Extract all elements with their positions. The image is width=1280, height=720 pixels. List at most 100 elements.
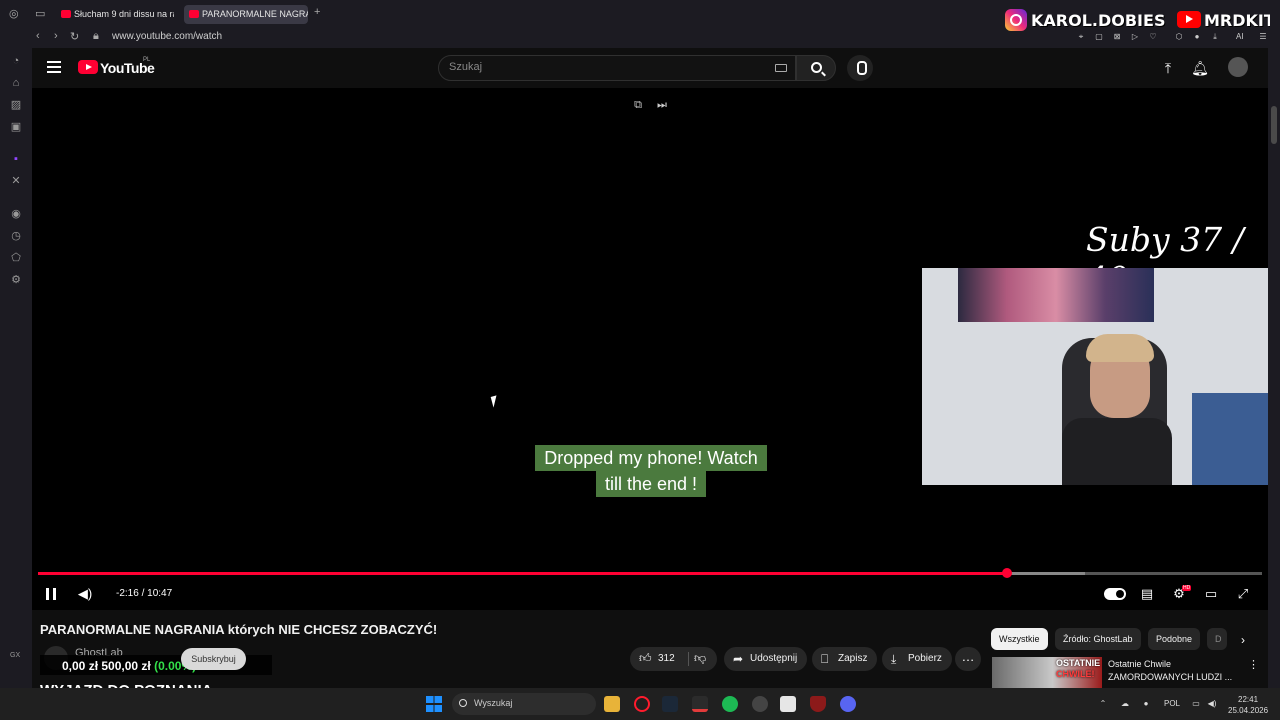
next-video-icon[interactable]: ⏭︎ <box>655 98 669 112</box>
share-button[interactable]: ➦ Udostępnij <box>724 647 808 671</box>
gamepad-icon[interactable]: ▨ <box>9 98 23 112</box>
save-button[interactable]: ⎕ Zapisz <box>812 647 878 671</box>
recommendation-menu-icon[interactable]: ⋮ <box>1248 658 1259 671</box>
scrollbar-track[interactable] <box>1268 48 1280 688</box>
extensions-icon[interactable]: ⬡ <box>1174 32 1184 42</box>
notepad-icon[interactable] <box>780 696 796 712</box>
video-player[interactable]: ⧉ ⏭︎ Dropped my phone! Watch till the en… <box>32 88 1268 610</box>
settings-icon[interactable]: ⚙ <box>9 273 23 287</box>
region-code: PL <box>143 57 151 63</box>
reload-icon[interactable]: ↻ <box>70 30 79 43</box>
browser-tab-2[interactable]: PARANORMALNE NAGRANIA <box>184 5 308 24</box>
chevron-right-icon[interactable]: › <box>1236 633 1250 647</box>
volume-icon[interactable]: ◀) <box>1207 699 1217 709</box>
user-avatar[interactable] <box>1228 57 1248 77</box>
browser-tab-1[interactable]: Słucham 9 dni dissu na raka <box>56 5 174 24</box>
search-input[interactable] <box>449 61 749 73</box>
download-button[interactable]: ⤓ Pobierz <box>882 647 952 671</box>
subscribe-button[interactable]: Subskrybuj <box>181 648 246 670</box>
youtube-logo-icon <box>1177 11 1201 28</box>
pin-icon[interactable]: ⌖ <box>1076 32 1086 42</box>
x-twitter-icon[interactable]: ✕ <box>9 174 23 188</box>
capcut-icon[interactable] <box>692 696 708 712</box>
download-icon[interactable]: ⤓ <box>1210 32 1220 42</box>
chip-more[interactable]: D <box>1207 628 1227 650</box>
history-icon[interactable]: ◔ <box>9 54 23 68</box>
twitch-icon[interactable]: ▪ <box>9 152 23 166</box>
hamburger-menu-icon[interactable] <box>47 61 61 73</box>
heart-icon[interactable]: ♡ <box>1148 32 1158 42</box>
miniplayer-icon[interactable]: ⧉ <box>631 98 645 112</box>
opera-menu-icon[interactable]: ◎ <box>9 7 19 20</box>
recommendation-title[interactable]: Ostatnie Chwile ZAMORDOWANYCH LUDZI ... <box>1108 658 1238 684</box>
snapshot-icon[interactable]: ▢ <box>1094 32 1104 42</box>
theater-mode-icon[interactable]: ▭ <box>1202 585 1220 603</box>
like-icon[interactable]: 👍︎ <box>639 651 652 666</box>
pause-icon[interactable] <box>46 588 56 600</box>
windows-taskbar: Wyszukaj ⌃ ☁ ● POL ▭ ◀) 22:41 25.04.2026 <box>0 688 1280 720</box>
microphone-icon[interactable]: ● <box>1141 699 1151 709</box>
profile-icon[interactable]: ● <box>1192 32 1202 42</box>
tab-overview-icon[interactable]: ▭ <box>35 7 45 20</box>
dislike-icon[interactable]: 👎︎ <box>694 651 706 666</box>
caption-line-2: till the end ! <box>595 471 707 497</box>
taskbar-search[interactable]: Wyszukaj <box>452 693 596 715</box>
like-count[interactable]: 312 <box>658 653 675 664</box>
shield-app-icon[interactable] <box>810 696 826 712</box>
streamer-body <box>1062 418 1172 485</box>
forward-icon[interactable]: › <box>54 30 58 42</box>
voice-search-button[interactable] <box>847 55 873 81</box>
file-explorer-icon[interactable] <box>604 696 620 712</box>
network-icon[interactable]: ▭ <box>1191 699 1201 709</box>
recommendation-thumbnail[interactable]: OSTATNIE CHWILE! <box>992 657 1102 688</box>
volume-icon[interactable]: ◀) <box>76 585 94 603</box>
windows-start-icon[interactable] <box>426 696 442 712</box>
chip-all[interactable]: Wszystkie <box>991 628 1048 650</box>
menu-icon[interactable]: ☰ <box>1258 32 1268 42</box>
like-dislike-group: 👍︎ 312 👎︎ <box>630 647 717 671</box>
player-icon[interactable]: ▷ <box>1130 32 1140 42</box>
clock-icon[interactable]: ◷ <box>9 229 23 243</box>
cloud-icon[interactable]: ☁ <box>1120 699 1130 709</box>
browser-tab-label: PARANORMALNE NAGRANIA <box>202 9 308 19</box>
ai-button[interactable]: AI <box>1236 32 1244 41</box>
url-field[interactable]: www.youtube.com/watch <box>112 31 222 42</box>
language-indicator[interactable]: POL <box>1164 699 1180 708</box>
new-tab-button[interactable]: + <box>314 6 320 18</box>
spotify-icon[interactable] <box>722 696 738 712</box>
keyboard-icon[interactable] <box>775 64 787 72</box>
browser-sidebar: ◔ ⌂ ▨ ▣ ▪ ✕ ◉ ◷ ⬠ ⚙ <box>0 48 32 688</box>
chip-source[interactable]: Źródło: GhostLab <box>1055 628 1141 650</box>
upload-icon[interactable]: ⤒ <box>1159 59 1177 77</box>
bookmark-icon: ⎕ <box>821 652 829 666</box>
fullscreen-icon[interactable]: ⤢ <box>1234 585 1252 603</box>
extensions-icon[interactable]: ⬠ <box>9 251 23 265</box>
messenger-icon[interactable]: ▣ <box>9 120 23 134</box>
youtube-logo-icon[interactable] <box>78 60 98 74</box>
bag-icon[interactable]: ⌂ <box>9 76 23 90</box>
taskbar-search-label: Wyszukaj <box>474 698 513 708</box>
opera-gx-icon[interactable] <box>634 696 650 712</box>
save-label: Zapisz <box>838 653 868 664</box>
obs-icon[interactable] <box>752 696 768 712</box>
chip-related[interactable]: Podobne <box>1148 628 1201 650</box>
more-actions-icon[interactable]: … <box>955 647 981 671</box>
thumbnail-text: OSTATNIE CHWILE! <box>1056 658 1101 679</box>
autoplay-toggle[interactable] <box>1104 588 1126 600</box>
discord-icon[interactable] <box>840 696 856 712</box>
mouse-cursor-icon <box>490 395 500 408</box>
shield-icon[interactable]: ⊠ <box>1112 32 1122 42</box>
youtube-header: YouTube PL ⤒ 🔔︎ <box>32 48 1268 88</box>
system-clock[interactable]: 22:41 25.04.2026 <box>1228 694 1268 716</box>
subtitles-icon[interactable]: ▤ <box>1138 585 1156 603</box>
scrollbar-thumb[interactable] <box>1271 106 1277 144</box>
back-icon[interactable]: ‹ <box>36 30 40 42</box>
player-circle-icon[interactable]: ◉ <box>9 207 23 221</box>
tray-chevron-icon[interactable]: ⌃ <box>1098 699 1108 709</box>
search-button[interactable] <box>796 55 836 81</box>
video-progress-bar[interactable] <box>38 568 1262 578</box>
video-title: PARANORMALNE NAGRANIA których NIE CHCESZ… <box>40 622 438 637</box>
youtube-handle: MRDKIT <box>1204 11 1270 30</box>
steam-icon[interactable] <box>662 696 678 712</box>
notifications-bell-icon[interactable]: 🔔︎ <box>1191 59 1209 77</box>
